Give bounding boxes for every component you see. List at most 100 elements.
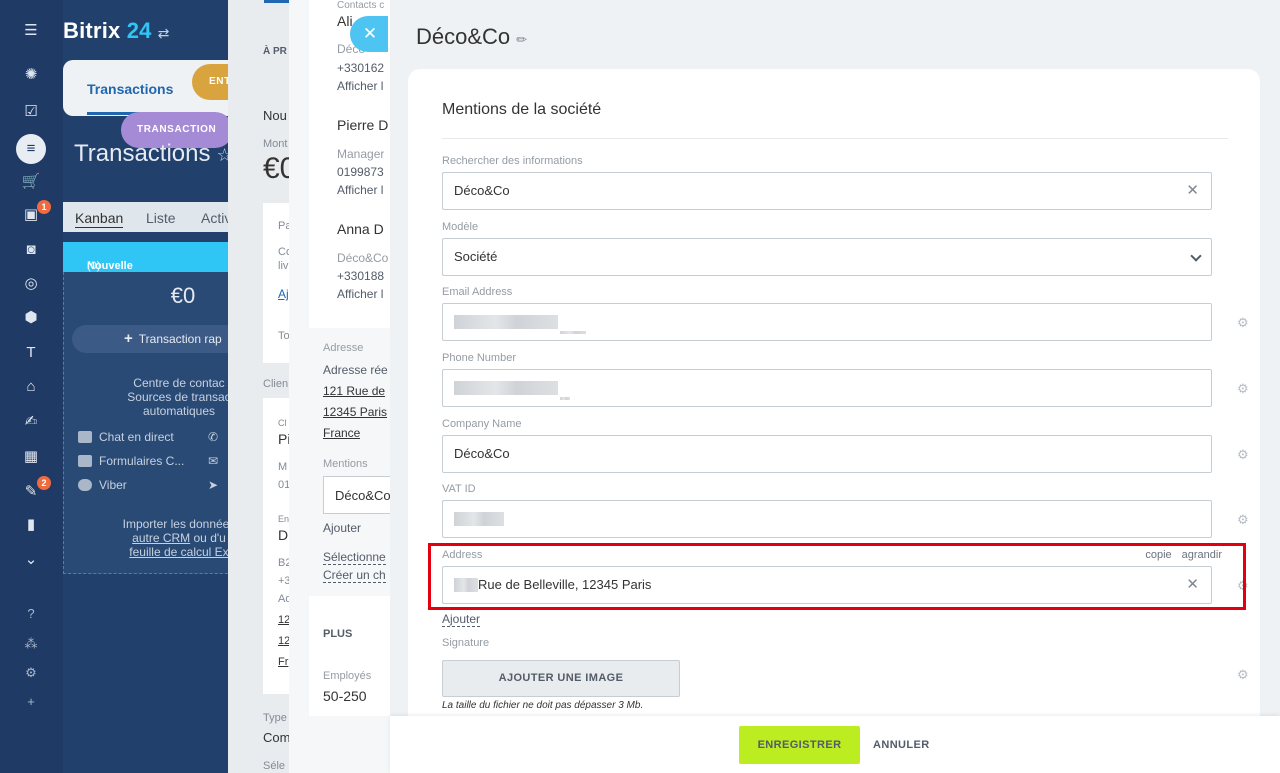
bank-icon[interactable]: ⌂ xyxy=(20,376,42,398)
phone-icon[interactable]: ✆ xyxy=(208,430,218,444)
mentions-add-link[interactable]: Ajouter xyxy=(323,521,361,535)
settings-icon[interactable]: ⚙ xyxy=(20,662,42,684)
page-title-text: Transactions xyxy=(74,140,211,167)
add-image-button[interactable]: AJOUTER UNE IMAGE xyxy=(442,660,680,697)
chart-icon[interactable]: ▮ xyxy=(20,514,42,536)
address-line-2[interactable]: 12345 Paris xyxy=(323,405,387,419)
clear-search-icon[interactable]: ✕ xyxy=(1186,173,1199,209)
text-icon[interactable]: T xyxy=(20,342,42,364)
channel-chat[interactable]: Chat en direct xyxy=(78,430,174,444)
view-tab-list[interactable]: Liste xyxy=(146,210,176,226)
add-field-link[interactable]: Ajouter xyxy=(442,612,481,627)
cancel-button[interactable]: ANNULER xyxy=(873,726,930,764)
structure-icon[interactable]: ⁂ xyxy=(20,633,42,655)
company-name-label: Company Name xyxy=(442,418,522,430)
telegram-icon[interactable]: ➤ xyxy=(208,478,218,492)
deal-d: D xyxy=(278,527,289,543)
phone-label: Phone Number xyxy=(442,352,516,364)
docs-badge: 2 xyxy=(37,476,51,490)
company-panel: Contacts c Ali Déco +330162 Afficher l P… xyxy=(289,0,393,773)
address-label: Adresse xyxy=(323,342,364,354)
employees-value: 50-250 xyxy=(323,688,367,704)
more-icon[interactable]: ⌄ xyxy=(20,549,42,571)
save-button[interactable]: ENREGISTRER xyxy=(739,726,860,764)
crm-funnel-icon[interactable]: ≡ xyxy=(16,134,46,164)
email-gear-icon[interactable]: ⚙ xyxy=(1237,315,1249,331)
template-select[interactable]: Société xyxy=(442,238,1212,276)
company-gear-icon[interactable]: ⚙ xyxy=(1237,447,1249,463)
deal-cl: Cl xyxy=(278,418,287,428)
import-crm-link[interactable]: autre CRM xyxy=(132,531,190,545)
deal-name: Nou xyxy=(263,108,287,123)
kanban-stage-header[interactable]: Nouvelle transaction (0) xyxy=(63,242,243,284)
slider-title-text: Déco&Co xyxy=(416,24,511,49)
address-line-1[interactable]: 121 Rue de xyxy=(323,384,385,398)
deal-type-label: Type xyxy=(263,712,287,724)
contact-2-role: Manager xyxy=(337,147,385,161)
create-field-link[interactable]: Créer un ch xyxy=(323,568,386,583)
view-tab-kanban[interactable]: Kanban xyxy=(75,210,124,228)
signature-gear-icon[interactable]: ⚙ xyxy=(1237,667,1249,683)
search-label: Rechercher des informations xyxy=(442,155,583,167)
redacted-phone-tail xyxy=(560,397,570,400)
slider-title: Déco&Co ✏ xyxy=(416,24,527,50)
import-line2-rest: ou d'u xyxy=(190,531,226,545)
contacts-label: Contacts c xyxy=(337,0,385,11)
contact-1-show-link[interactable]: Afficher l xyxy=(337,79,383,93)
logo[interactable]: Bitrix 24 ⇄ xyxy=(63,18,170,44)
contact-2-show-link[interactable]: Afficher l xyxy=(337,183,383,197)
email-field[interactable] xyxy=(442,303,1212,341)
vat-label: VAT ID xyxy=(442,483,476,495)
address-line-3[interactable]: France xyxy=(323,426,360,440)
employees-label: Employés xyxy=(323,670,372,682)
select-link[interactable]: Sélectionne xyxy=(323,550,386,565)
deal-type-value: Com xyxy=(263,730,291,745)
close-icon: ✕ xyxy=(362,24,378,43)
sign-icon[interactable]: ✍ xyxy=(20,411,42,433)
quick-add-label: Transaction rap xyxy=(138,332,222,346)
phone-gear-icon[interactable]: ⚙ xyxy=(1237,381,1249,397)
cart-icon[interactable]: 🛒 xyxy=(20,171,42,193)
contact-3-phone: +330188 xyxy=(337,269,385,283)
stage-count: (0) xyxy=(87,260,101,272)
real-address-label: Adresse rée xyxy=(323,363,388,377)
contact-3-company: Déco&Co xyxy=(337,251,389,265)
company-name-value: Déco&Co xyxy=(454,446,510,461)
channel-viber[interactable]: Viber xyxy=(78,478,127,492)
stage-sum: €0 xyxy=(170,283,196,308)
activity-icon[interactable]: ✺ xyxy=(20,64,42,86)
page-title: Transactions ☆ xyxy=(74,140,233,168)
vat-gear-icon[interactable]: ⚙ xyxy=(1237,512,1249,528)
switch-icon[interactable]: ⇄ xyxy=(158,25,170,41)
target-icon[interactable]: ◎ xyxy=(20,273,42,295)
logo-number: 24 xyxy=(126,18,152,43)
vat-field[interactable] xyxy=(442,500,1212,538)
deal-add-link[interactable]: Aj xyxy=(278,287,289,301)
channel-forms[interactable]: Formulaires C... xyxy=(78,454,184,468)
deal-fr[interactable]: Fr xyxy=(278,656,288,668)
company-name-field[interactable]: Déco&Co xyxy=(442,435,1212,473)
view-tab-activity[interactable]: Activ xyxy=(201,210,231,226)
search-input[interactable]: Déco&Co ✕ xyxy=(442,172,1212,210)
phone-field[interactable] xyxy=(442,369,1212,407)
template-label: Modèle xyxy=(442,221,479,233)
add-icon[interactable]: + xyxy=(20,691,42,713)
contact-3-show-link[interactable]: Afficher l xyxy=(337,287,383,301)
slider-footer: ENREGISTRER ANNULER xyxy=(390,716,1280,773)
box-icon[interactable]: ⬢ xyxy=(20,307,42,329)
close-slider-button[interactable]: ✕ xyxy=(350,16,388,52)
edit-pencil-icon[interactable]: ✏ xyxy=(516,32,527,47)
mail-icon[interactable]: ✉ xyxy=(208,454,218,468)
deal-liv: liv xyxy=(278,260,289,272)
channel-forms-label: Formulaires C... xyxy=(99,454,185,468)
menu-icon[interactable]: ☰ xyxy=(20,20,42,42)
deal-stage-label: À PR xyxy=(263,46,287,57)
tasks-icon[interactable]: ☑ xyxy=(20,101,42,123)
calendar-icon[interactable]: ▦ xyxy=(20,446,42,468)
help-icon[interactable]: ? xyxy=(20,603,42,625)
android-icon[interactable]: ◙ xyxy=(20,239,42,261)
tab-transactions[interactable]: Transactions xyxy=(87,81,173,97)
view-tabs: Kanban Liste Activ xyxy=(63,202,243,232)
signature-label: Signature xyxy=(442,637,490,649)
quick-add-button[interactable]: + Transaction rap xyxy=(72,325,240,353)
